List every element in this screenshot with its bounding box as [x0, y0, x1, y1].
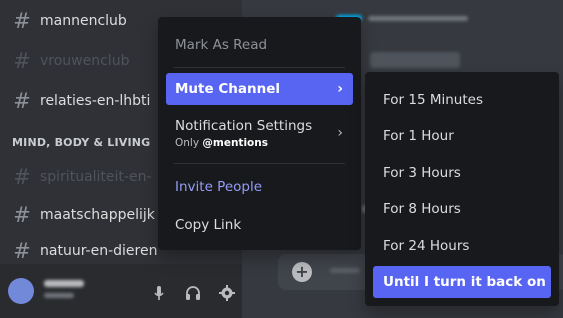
mute-8-hours-item[interactable]: For 8 Hours: [373, 193, 551, 225]
avatar[interactable]: [8, 278, 34, 304]
invite-people-label: Invite People: [175, 179, 263, 195]
mute-option-label: For 24 Hours: [383, 238, 470, 254]
mute-24-hours-item[interactable]: For 24 Hours: [373, 230, 551, 262]
mute-until-turned-back-on-item[interactable]: Until I turn it back on: [373, 266, 551, 298]
chevron-right-icon: ›: [337, 81, 343, 97]
blurred-placeholder: [330, 268, 360, 273]
hashtag-icon: #: [13, 9, 31, 33]
mute-3-hours-item[interactable]: For 3 Hours: [373, 157, 551, 189]
username-blurred: [44, 280, 84, 287]
channel-label: relaties-en-lhbti: [40, 93, 151, 109]
mute-channel-item[interactable]: Mute Channel ›: [166, 73, 353, 105]
mute-option-label: Until I turn it back on: [383, 274, 546, 290]
add-attachment-icon[interactable]: +: [292, 262, 312, 282]
channel-label: mannenclub: [40, 13, 127, 29]
channel-label: natuur-en-dieren: [40, 243, 158, 259]
mark-as-read-label: Mark As Read: [175, 37, 268, 53]
microphone-icon[interactable]: [150, 284, 168, 302]
channel-maatschappelijk[interactable]: # maatschappelijk: [10, 200, 155, 230]
mute-option-label: For 1 Hour: [383, 128, 454, 144]
mute-15-minutes-item[interactable]: For 15 Minutes: [373, 84, 551, 116]
mute-option-label: For 3 Hours: [383, 165, 461, 181]
copy-link-label: Copy Link: [175, 217, 242, 233]
invite-people-item[interactable]: Invite People: [166, 171, 353, 203]
notification-settings-value: Only @mentions: [175, 137, 268, 149]
copy-link-item[interactable]: Copy Link: [166, 209, 353, 241]
category-header[interactable]: MIND, BODY & LIVING: [12, 136, 150, 149]
blurred-wave-button: [370, 52, 460, 68]
notification-settings-item[interactable]: Notification Settings Only @mentions ›: [166, 111, 353, 155]
channel-vrouwenclub[interactable]: # vrouwenclub: [10, 46, 129, 76]
hashtag-icon: #: [13, 203, 31, 227]
menu-divider: [174, 163, 345, 164]
gear-icon[interactable]: [218, 284, 236, 302]
channel-mannenclub[interactable]: # mannenclub: [10, 6, 127, 36]
mute-option-label: For 8 Hours: [383, 201, 461, 217]
notification-sub-mentions: @mentions: [202, 136, 268, 149]
mute-option-label: For 15 Minutes: [383, 92, 483, 108]
notification-settings-label: Notification Settings: [175, 117, 313, 134]
hashtag-icon: #: [13, 239, 31, 263]
notification-sub-prefix: Only: [175, 136, 203, 149]
hashtag-icon: #: [13, 89, 31, 113]
channel-spiritualiteit[interactable]: # spiritualiteit-en-: [10, 162, 152, 192]
user-tag-blurred: [44, 293, 74, 298]
blurred-system-message: [368, 16, 468, 21]
hashtag-icon: #: [13, 165, 31, 189]
mute-duration-submenu: For 15 Minutes For 1 Hour For 3 Hours Fo…: [365, 72, 559, 306]
mute-channel-label: Mute Channel: [175, 81, 280, 97]
chevron-right-icon: ›: [337, 125, 343, 141]
channel-context-menu: Mark As Read Mute Channel › Notification…: [158, 17, 361, 250]
mute-1-hour-item[interactable]: For 1 Hour: [373, 120, 551, 152]
mark-as-read-item[interactable]: Mark As Read: [166, 29, 353, 61]
channel-relaties-en-lhbti[interactable]: # relaties-en-lhbti: [10, 86, 150, 116]
user-panel: [0, 264, 242, 318]
hashtag-icon: #: [13, 49, 31, 73]
headphones-icon[interactable]: [184, 284, 202, 302]
channel-natuur-en-dieren[interactable]: # natuur-en-dieren: [10, 236, 157, 266]
menu-divider: [174, 67, 345, 68]
channel-label: spiritualiteit-en-: [40, 169, 152, 185]
channel-label: vrouwenclub: [40, 53, 130, 69]
channel-label: maatschappelijk: [40, 207, 155, 223]
